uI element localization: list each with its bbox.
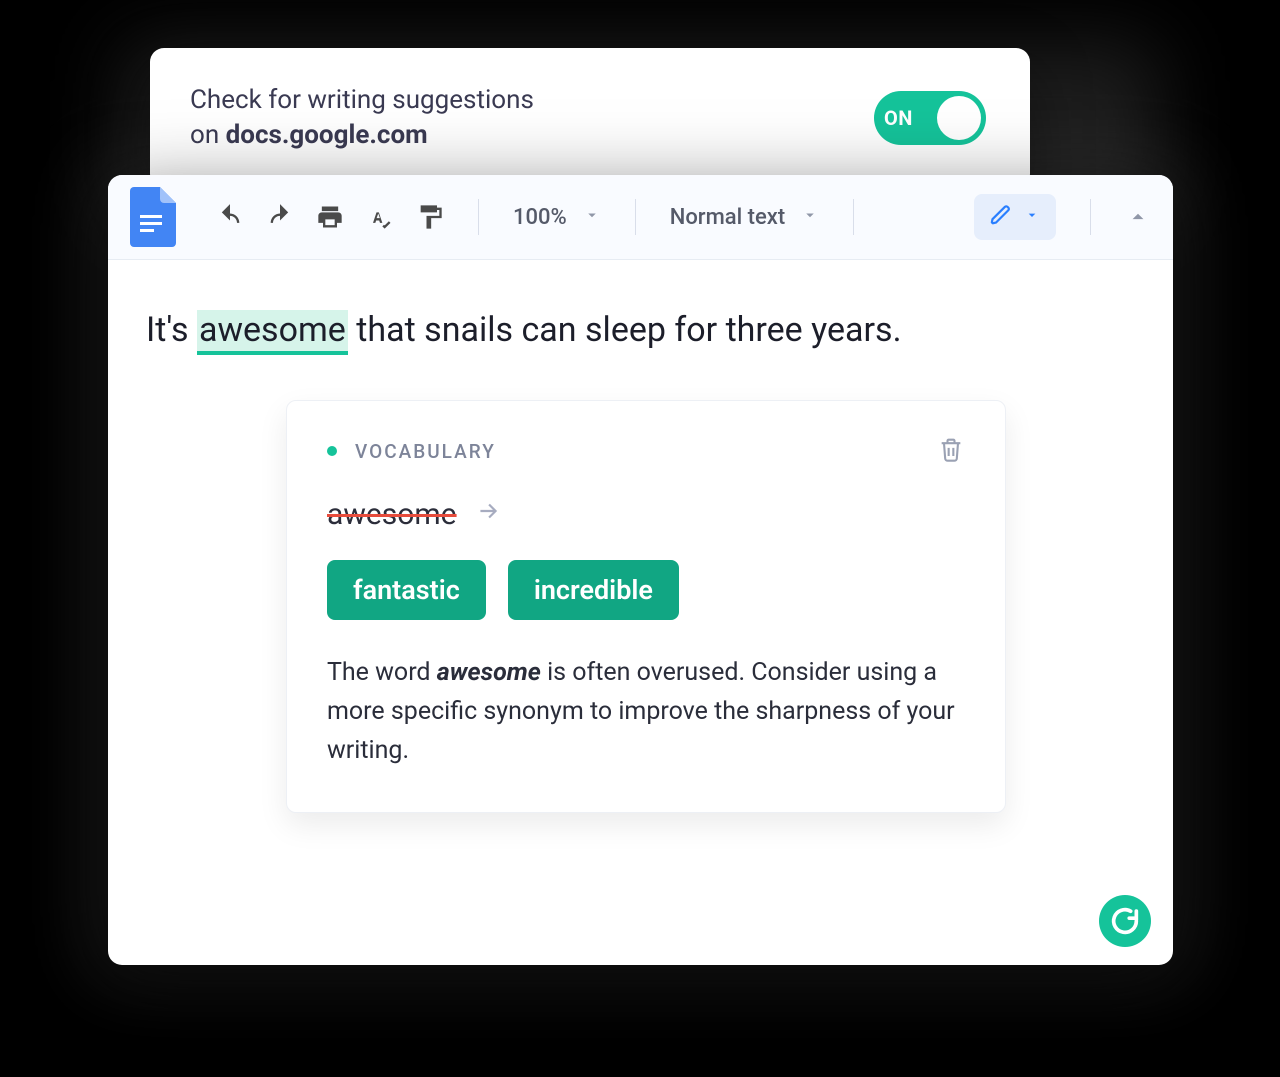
chevron-down-icon: [1024, 207, 1040, 227]
document-body[interactable]: It's awesome that snails can sleep for t…: [108, 260, 1173, 965]
editor-window: 100% Normal text: [108, 175, 1173, 965]
suggestion-title: VOCABULARY: [327, 440, 496, 463]
toolbar-group-history: [216, 203, 444, 231]
settings-line2-prefix: on: [190, 120, 226, 150]
paint-format-icon[interactable]: [416, 203, 444, 231]
toggle-knob: [937, 96, 981, 140]
style-dropdown[interactable]: Normal text: [670, 205, 819, 230]
style-value: Normal text: [670, 205, 785, 230]
settings-card: Check for writing suggestions on docs.go…: [150, 48, 1030, 188]
redo-icon[interactable]: [266, 203, 294, 231]
text-after-highlight: that snails can sleep for three years.: [348, 310, 902, 350]
settings-domain: docs.google.com: [226, 120, 428, 150]
zoom-value: 100%: [513, 205, 567, 230]
suggestion-explanation: The word awesome is often overused. Cons…: [327, 654, 965, 770]
settings-line1: Check for writing suggestions: [190, 85, 534, 115]
toolbar: 100% Normal text: [108, 175, 1173, 260]
spellcheck-icon[interactable]: [366, 203, 394, 231]
suggestion-card: VOCABULARY awesome fantastic incredible …: [286, 400, 1006, 813]
explain-pre: The word: [327, 658, 437, 687]
original-word-row: awesome: [327, 497, 965, 532]
chevron-down-icon: [583, 205, 601, 230]
replacement-chip[interactable]: incredible: [508, 560, 679, 620]
highlighted-word[interactable]: awesome: [197, 310, 348, 355]
editing-mode-button[interactable]: [974, 194, 1056, 240]
category-dot-icon: [327, 446, 337, 456]
replacement-chips: fantastic incredible: [327, 560, 965, 620]
replacement-chip[interactable]: fantastic: [327, 560, 486, 620]
suggestion-category: VOCABULARY: [355, 440, 496, 463]
collapse-icon[interactable]: [1125, 204, 1151, 230]
text-before-highlight: It's: [146, 310, 197, 350]
toolbar-separator: [853, 199, 854, 235]
toggle-label: ON: [884, 106, 913, 130]
arrow-right-icon: [475, 497, 501, 532]
docs-logo-icon: [130, 187, 176, 247]
struck-word: awesome: [327, 497, 457, 532]
chevron-down-icon: [801, 205, 819, 230]
document-text: It's awesome that snails can sleep for t…: [146, 306, 1135, 355]
zoom-dropdown[interactable]: 100%: [513, 205, 601, 230]
undo-icon[interactable]: [216, 203, 244, 231]
explain-bold: awesome: [437, 658, 541, 687]
suggestions-toggle[interactable]: ON: [874, 91, 986, 145]
dismiss-button[interactable]: [937, 435, 965, 467]
toolbar-separator: [1090, 199, 1091, 235]
print-icon[interactable]: [316, 203, 344, 231]
grammarly-badge[interactable]: [1099, 895, 1151, 947]
pencil-icon: [990, 204, 1012, 230]
settings-text: Check for writing suggestions on docs.go…: [190, 83, 534, 153]
toolbar-separator: [635, 199, 636, 235]
toolbar-separator: [478, 199, 479, 235]
suggestion-header: VOCABULARY: [327, 435, 965, 467]
